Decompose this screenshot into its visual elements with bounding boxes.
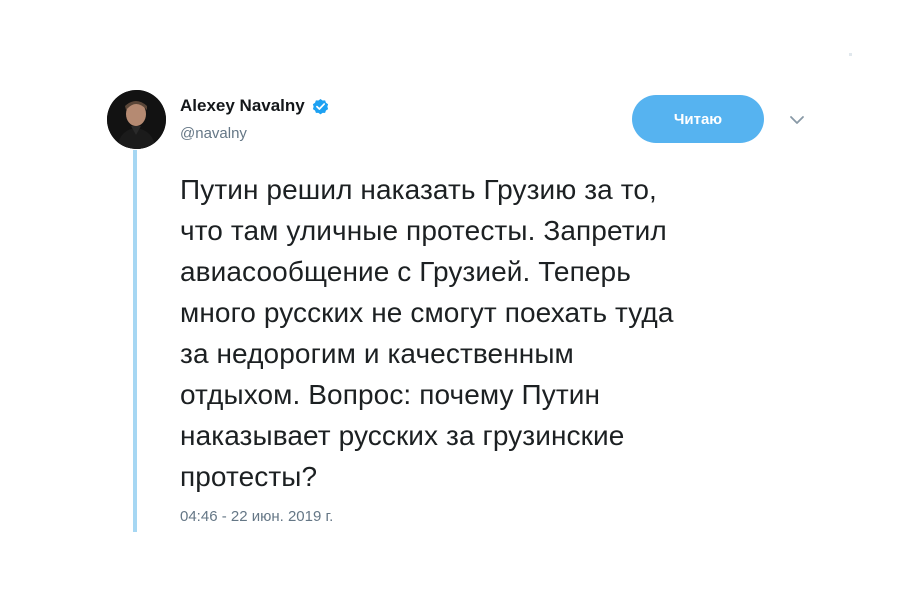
- decorative-dot: [849, 53, 852, 56]
- author-handle[interactable]: @navalny: [180, 125, 247, 142]
- avatar-photo-icon: [107, 90, 166, 149]
- following-button[interactable]: Читаю: [632, 95, 764, 143]
- tweet-timestamp[interactable]: 04:46 - 22 июн. 2019 г.: [180, 508, 333, 525]
- author-name[interactable]: Alexey Navalny: [180, 96, 305, 116]
- tweet-text: Путин решил наказать Грузию за то, что т…: [180, 174, 674, 492]
- thread-line: [133, 150, 137, 532]
- avatar[interactable]: [107, 90, 166, 149]
- author-name-row[interactable]: Alexey Navalny: [180, 96, 330, 116]
- chevron-down-icon[interactable]: [789, 114, 805, 126]
- tweet-card: Alexey Navalny @navalny Читаю Путин реши…: [0, 0, 920, 612]
- verified-badge-icon: [312, 98, 328, 114]
